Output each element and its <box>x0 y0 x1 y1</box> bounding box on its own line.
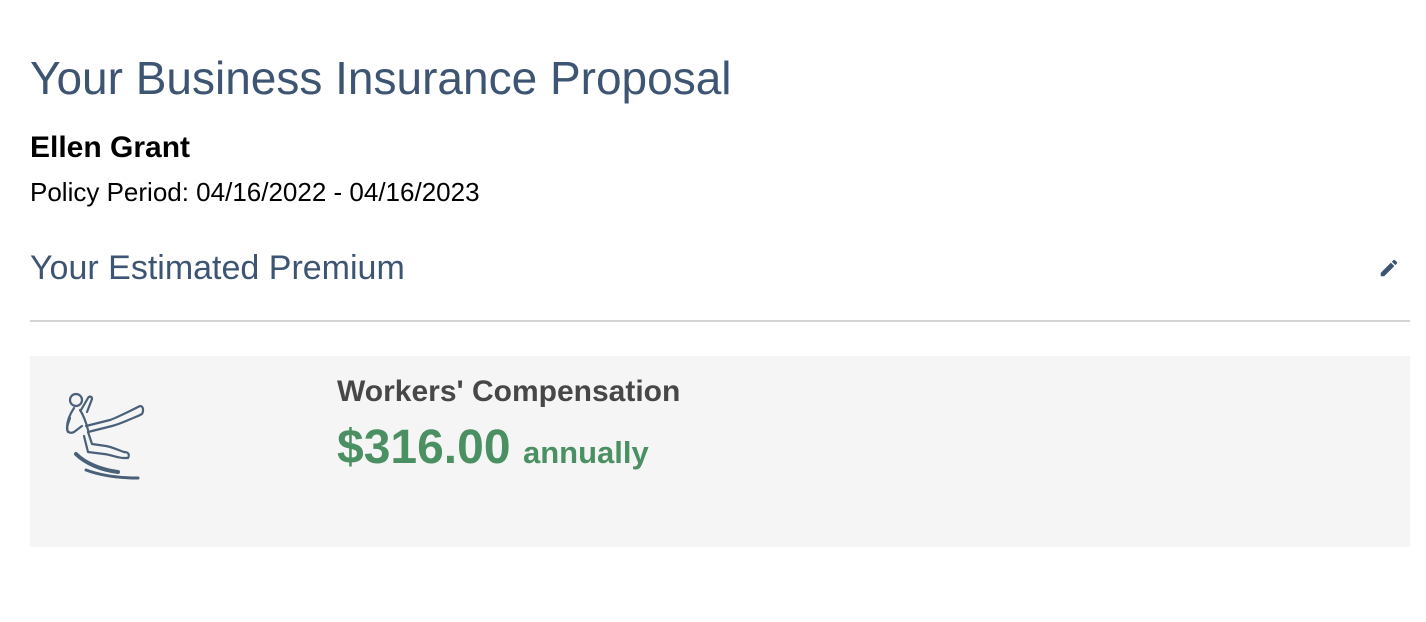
slip-fall-icon <box>65 392 145 480</box>
pencil-icon <box>1380 259 1398 277</box>
policy-period: Policy Period: 04/16/2022 - 04/16/2023 <box>30 177 480 207</box>
coverage-card-workers-compensation: Workers' Compensation $316.00 annually <box>30 356 1410 547</box>
estimated-premium-title: Your Estimated Premium <box>30 249 405 287</box>
edit-premium-button[interactable] <box>1374 253 1404 283</box>
coverage-price: $316.00 annually <box>337 420 649 487</box>
premium-frequency: annually <box>522 435 649 470</box>
section-divider <box>30 320 1410 322</box>
customer-name: Ellen Grant <box>30 131 191 164</box>
coverage-name: Workers' Compensation <box>337 375 681 408</box>
page-title: Your Business Insurance Proposal <box>30 52 732 104</box>
proposal-page: Your Business Insurance Proposal Ellen G… <box>0 0 1426 622</box>
premium-amount: $316.00 <box>337 421 511 474</box>
